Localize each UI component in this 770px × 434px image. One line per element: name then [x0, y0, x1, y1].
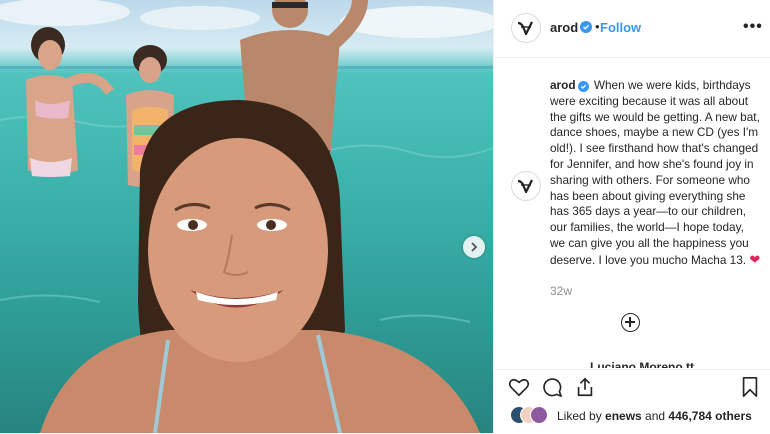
partial-comment: Luciano Moreno tt [590, 360, 694, 368]
comments-section[interactable]: arod When we were kids, birthdays were e… [494, 58, 770, 368]
bookmark-icon[interactable] [740, 376, 760, 398]
caption-text: When we were kids, birthdays were exciti… [550, 78, 760, 267]
post-caption: arod When we were kids, birthdays were e… [550, 78, 762, 269]
comment-icon[interactable] [541, 376, 563, 398]
caption-avatar[interactable] [511, 171, 541, 201]
arod-logo-icon [517, 179, 533, 193]
next-photo-button[interactable] [463, 236, 485, 258]
post-side-panel: arod • Follow ••• arod When we were kids… [493, 0, 770, 433]
caption-username[interactable]: arod [550, 78, 576, 92]
verified-badge-icon [577, 81, 589, 92]
likes-user-link[interactable]: enews [605, 409, 642, 423]
verified-badge-icon [580, 21, 592, 33]
share-icon[interactable] [574, 376, 596, 398]
avatar [530, 406, 548, 424]
separator-dot: • [595, 19, 600, 34]
red-heart-emoji: ❤ [749, 251, 761, 267]
likes-text: Liked by enews and 446,784 others [557, 409, 752, 423]
instagram-post-modal: arod • Follow ••• arod When we were kids… [0, 0, 770, 433]
load-more-comments-button[interactable] [621, 313, 640, 332]
arod-logo-icon [517, 21, 533, 35]
chevron-right-icon [471, 242, 478, 252]
likes-count-link[interactable]: 446,784 others [668, 409, 751, 423]
post-actions-bar: Liked by enews and 446,784 others [494, 369, 770, 434]
post-author-username[interactable]: arod [550, 20, 578, 35]
follow-button[interactable]: Follow [600, 20, 641, 35]
more-options-button[interactable]: ••• [743, 18, 763, 36]
avatar[interactable] [511, 13, 541, 43]
post-photo[interactable] [0, 0, 493, 433]
heart-icon[interactable] [508, 376, 530, 398]
post-header: arod • Follow ••• [494, 0, 770, 58]
beach-selfie-image [0, 0, 493, 433]
post-timestamp[interactable]: 32w [550, 284, 572, 298]
